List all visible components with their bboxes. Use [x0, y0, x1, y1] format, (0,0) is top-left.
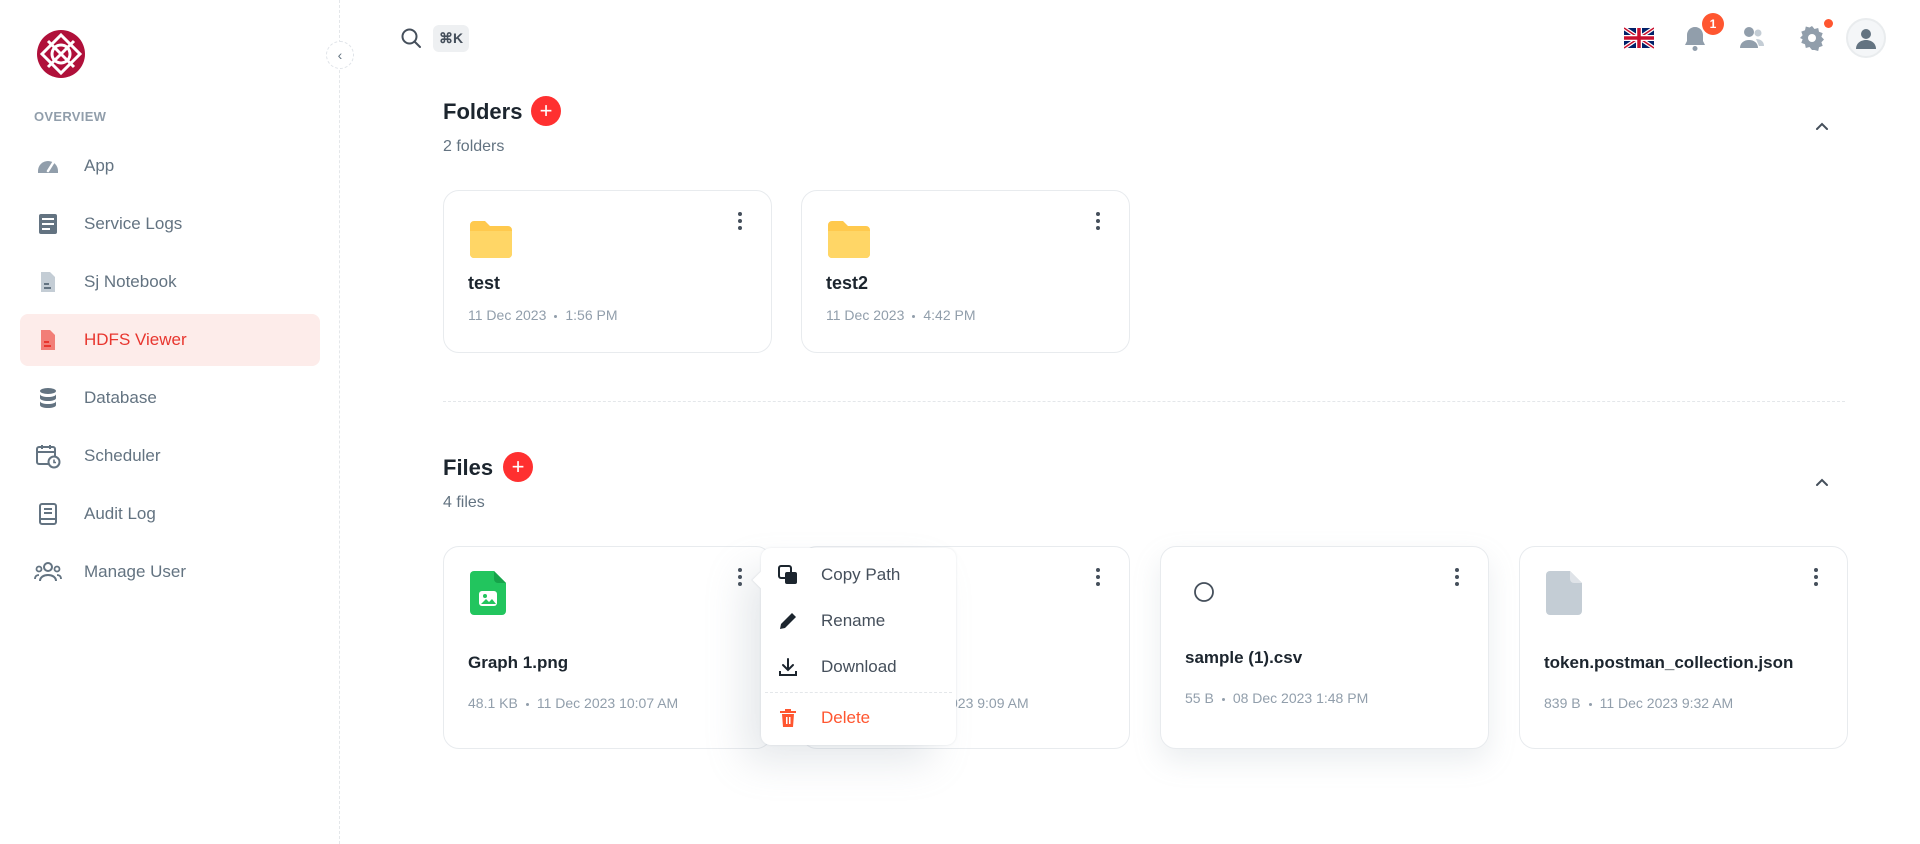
copy-icon: [777, 564, 799, 586]
sidebar-item-database[interactable]: Database: [20, 372, 320, 424]
file-meta: 55 B 08 Dec 2023 1:48 PM: [1185, 690, 1369, 706]
file-name: Graph 1.png: [468, 653, 569, 672]
nav-subheader: OVERVIEW: [34, 109, 107, 124]
collapse-folders-chevron-up-icon[interactable]: [1814, 118, 1830, 139]
menu-item-label: Download: [821, 657, 897, 676]
search-shortcut-badge[interactable]: ⌘K: [433, 25, 470, 52]
logs-icon: [34, 210, 62, 238]
more-vertical-icon[interactable]: [1806, 565, 1826, 589]
download-menu-item[interactable]: Download: [765, 644, 952, 690]
loading-circle-icon: [1193, 581, 1215, 608]
plus-icon: +: [511, 454, 525, 479]
file-card-token-json[interactable]: token.postman_collection.json 839 B 11 De…: [1519, 546, 1848, 749]
gauge-icon: [34, 152, 62, 180]
files-count: 4 files: [443, 494, 485, 511]
sidebar-item-label: Scheduler: [84, 446, 161, 465]
file-name: sample (1).csv: [1185, 648, 1303, 667]
notebook-icon: [34, 268, 62, 296]
rename-menu-item[interactable]: Rename: [765, 598, 952, 644]
generic-file-icon: [1546, 571, 1582, 620]
file-context-menu: Copy Path Rename Download Delete: [752, 548, 956, 745]
copy-path-menu-item[interactable]: Copy Path: [765, 552, 952, 598]
files-title: Files: [443, 455, 494, 480]
add-file-button[interactable]: +: [503, 452, 533, 482]
database-icon: [34, 384, 62, 412]
folders-title: Folders: [443, 99, 523, 124]
menu-item-label: Delete: [821, 708, 871, 727]
sidebar-item-audit-log[interactable]: Audit Log: [20, 488, 320, 540]
folder-icon: [826, 219, 872, 264]
trash-icon: [777, 707, 799, 729]
menu-item-label: Copy Path: [821, 565, 901, 584]
more-vertical-icon[interactable]: [730, 565, 750, 589]
collapse-files-chevron-up-icon[interactable]: [1814, 474, 1830, 495]
sidebar-item-label: Sj Notebook: [84, 272, 177, 291]
uk-flag-icon[interactable]: [1622, 26, 1656, 50]
folder-name: test2: [826, 273, 869, 293]
calendar-clock-icon: [34, 442, 62, 470]
sidebar-item-label: Manage User: [84, 562, 187, 581]
section-divider: [443, 401, 1845, 402]
sidebar: ‹ OVERVIEW App Service Logs Sj Notebook: [0, 0, 354, 844]
more-vertical-icon[interactable]: [1088, 565, 1108, 589]
nav-list: App Service Logs Sj Notebook HDFS Viewer…: [20, 140, 320, 604]
folder-meta: 11 Dec 2023 4:42 PM: [826, 307, 976, 323]
add-folder-button[interactable]: +: [531, 96, 561, 126]
file-meta: 023 9:09 AM: [950, 695, 1029, 711]
users-icon: [34, 558, 62, 586]
file-card-sample-csv[interactable]: sample (1).csv 55 B 08 Dec 2023 1:48 PM: [1160, 546, 1489, 749]
folder-meta: 11 Dec 2023 1:56 PM: [468, 307, 618, 323]
file-card-graph[interactable]: Graph 1.png 48.1 KB 11 Dec 2023 10:07 AM: [443, 546, 772, 749]
menu-separator: [765, 692, 952, 693]
sidebar-item-sj-notebook[interactable]: Sj Notebook: [20, 256, 320, 308]
folders-count: 2 folders: [443, 138, 505, 155]
file-viewer-icon: [34, 326, 62, 354]
file-meta: 48.1 KB 11 Dec 2023 10:07 AM: [468, 695, 679, 711]
pencil-icon: [777, 610, 799, 632]
sidebar-item-label: HDFS Viewer: [84, 330, 187, 349]
folder-name: test: [468, 273, 501, 293]
folder-card-test2[interactable]: test2 11 Dec 2023 4:42 PM: [801, 190, 1130, 353]
folder-icon: [468, 219, 514, 264]
sidebar-item-label: Database: [84, 388, 157, 407]
image-file-icon: [470, 571, 506, 620]
app-logo[interactable]: [36, 29, 86, 79]
more-vertical-icon[interactable]: [730, 209, 750, 233]
contacts-icon[interactable]: [1738, 24, 1766, 57]
file-name: token.postman_collection.json: [1544, 653, 1794, 672]
settings-status-dot: [1824, 19, 1833, 28]
settings-gear-icon[interactable]: [1798, 24, 1826, 57]
sidebar-item-manage-user[interactable]: Manage User: [20, 546, 320, 598]
more-vertical-icon[interactable]: [1088, 209, 1108, 233]
delete-menu-item[interactable]: Delete: [765, 695, 952, 741]
topbar: ⌘K 1: [340, 0, 1920, 76]
file-meta: 839 B 11 Dec 2023 9:32 AM: [1544, 695, 1734, 711]
sidebar-item-label: Service Logs: [84, 214, 183, 233]
sidebar-item-scheduler[interactable]: Scheduler: [20, 430, 320, 482]
search-icon[interactable]: [400, 27, 422, 54]
sidebar-item-label: App: [84, 156, 115, 175]
audit-book-icon: [34, 500, 62, 528]
sidebar-item-service-logs[interactable]: Service Logs: [20, 198, 320, 250]
download-icon: [777, 656, 799, 678]
sidebar-item-hdfs-viewer[interactable]: HDFS Viewer: [20, 314, 320, 366]
notification-count-badge: 1: [1702, 13, 1724, 35]
folder-card-test[interactable]: test 11 Dec 2023 1:56 PM: [443, 190, 772, 353]
sidebar-item-label: Audit Log: [84, 504, 156, 523]
avatar[interactable]: [1846, 18, 1886, 58]
menu-item-label: Rename: [821, 611, 886, 630]
plus-icon: +: [539, 98, 553, 123]
more-vertical-icon[interactable]: [1447, 565, 1467, 589]
sidebar-item-app[interactable]: App: [20, 140, 320, 192]
